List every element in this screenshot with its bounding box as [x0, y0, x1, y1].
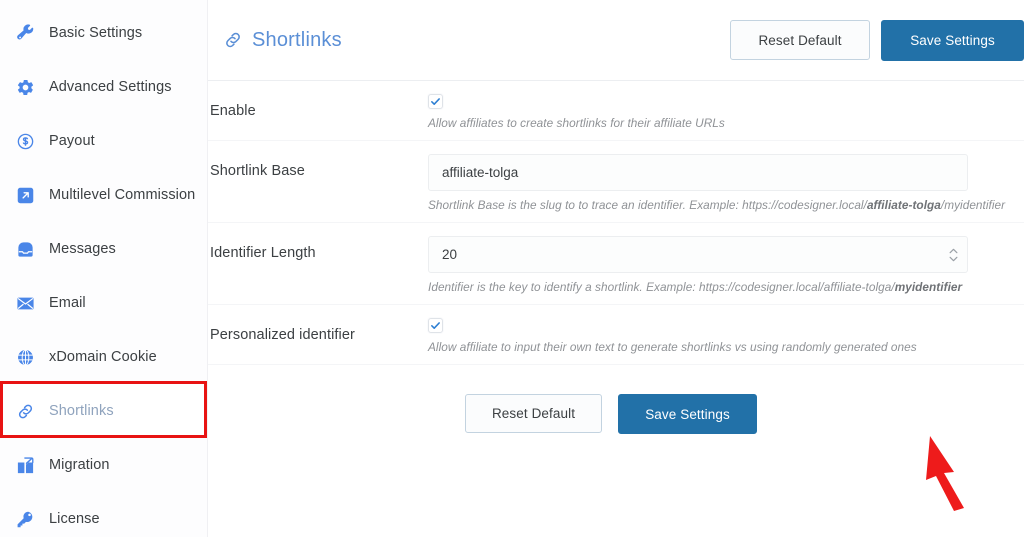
page-title: Shortlinks — [223, 29, 342, 52]
sidebar-item-label: Shortlinks — [49, 403, 114, 419]
personalized-identifier-label: Personalized identifier — [210, 327, 355, 343]
help-prefix: Shortlink Base is the slug to to trace a… — [428, 198, 867, 212]
sidebar-item-payout[interactable]: Payout — [0, 114, 207, 168]
settings-page: Basic Settings Advanced Settings Payout … — [0, 0, 1024, 537]
enable-label: Enable — [210, 103, 256, 119]
personalized-identifier-help-text: Allow affiliate to input their own text … — [428, 340, 917, 354]
sidebar-item-email[interactable]: Email — [0, 276, 207, 330]
sidebar-item-migration[interactable]: Migration — [0, 438, 207, 492]
form-row-personalized-identifier: Personalized identifier Allow affiliate … — [208, 305, 1024, 365]
shortlink-base-input[interactable] — [428, 154, 968, 191]
main-content: Shortlinks Reset Default Save Settings E… — [208, 0, 1024, 537]
sidebar-item-messages[interactable]: Messages — [0, 222, 207, 276]
page-header: Shortlinks Reset Default Save Settings — [208, 0, 1024, 81]
personalized-identifier-field: Allow affiliate to input their own text … — [428, 305, 1024, 364]
sidebar-item-label: Advanced Settings — [49, 79, 172, 95]
sidebar-item-label: License — [49, 511, 100, 527]
external-link-icon — [14, 184, 36, 206]
footer-actions: Reset Default Save Settings — [208, 365, 1024, 434]
globe-icon — [14, 346, 36, 368]
reset-default-button-bottom[interactable]: Reset Default — [465, 394, 602, 433]
help-bold: affiliate-tolga — [866, 198, 941, 212]
form-row-shortlink-base: Shortlink Base Shortlink Base is the slu… — [208, 141, 1024, 223]
help-bold: myidentifier — [894, 280, 963, 294]
save-settings-button-bottom[interactable]: Save Settings — [618, 394, 757, 434]
sidebar-item-basic-settings[interactable]: Basic Settings — [0, 6, 207, 60]
inbox-icon — [14, 238, 36, 260]
save-settings-button-top[interactable]: Save Settings — [881, 20, 1024, 61]
page-title-text: Shortlinks — [252, 28, 342, 51]
sidebar: Basic Settings Advanced Settings Payout … — [0, 0, 208, 537]
link-icon — [14, 400, 36, 422]
sidebar-item-label: Email — [49, 295, 86, 311]
enable-help-text: Allow affiliates to create shortlinks fo… — [428, 116, 725, 130]
gear-icon — [14, 76, 36, 98]
form-row-enable: Enable Allow affiliates to create shortl… — [208, 81, 1024, 141]
sidebar-item-shortlinks[interactable]: Shortlinks — [0, 384, 207, 438]
dollar-circle-icon — [14, 130, 36, 152]
number-stepper-icon[interactable] — [949, 248, 958, 262]
settings-form: Enable Allow affiliates to create shortl… — [208, 81, 1024, 434]
identifier-length-field: Identifier is the key to identify a shor… — [428, 223, 1024, 304]
sidebar-item-label: Migration — [49, 457, 110, 473]
help-suffix: /myidentifier — [940, 198, 1006, 212]
identifier-length-input-wrap — [428, 236, 968, 273]
sidebar-item-multilevel-commission[interactable]: Multilevel Commission — [0, 168, 207, 222]
identifier-length-label: Identifier Length — [210, 245, 316, 261]
sidebar-item-advanced-settings[interactable]: Advanced Settings — [0, 60, 207, 114]
identifier-length-input[interactable] — [428, 236, 968, 273]
personalized-identifier-checkbox[interactable] — [428, 318, 443, 333]
enable-checkbox[interactable] — [428, 94, 443, 109]
sidebar-item-label: xDomain Cookie — [49, 349, 157, 365]
wrench-icon — [14, 22, 36, 44]
sidebar-item-license[interactable]: License — [0, 492, 207, 537]
enable-field: Allow affiliates to create shortlinks fo… — [428, 81, 1024, 140]
form-row-identifier-length: Identifier Length Identifier is the key … — [208, 223, 1024, 305]
header-actions: Reset Default Save Settings — [730, 20, 1024, 61]
annotation-arrow-icon — [926, 436, 964, 511]
shortlink-base-field: Shortlink Base is the slug to to trace a… — [428, 141, 1024, 222]
reset-default-button-top[interactable]: Reset Default — [730, 20, 870, 60]
key-icon — [14, 508, 36, 530]
sidebar-item-xdomain-cookie[interactable]: xDomain Cookie — [0, 330, 207, 384]
sidebar-item-label: Basic Settings — [49, 25, 143, 41]
shortlink-base-help-text: Shortlink Base is the slug to to trace a… — [428, 198, 1005, 212]
identifier-length-help-text: Identifier is the key to identify a shor… — [428, 280, 980, 294]
share-box-icon — [14, 454, 36, 476]
sidebar-item-label: Messages — [49, 241, 116, 257]
sidebar-item-label: Payout — [49, 133, 95, 149]
sidebar-item-label: Multilevel Commission — [49, 187, 196, 203]
shortlink-base-label: Shortlink Base — [210, 163, 305, 179]
help-prefix: Identifier is the key to identify a shor… — [428, 280, 895, 294]
envelope-icon — [14, 292, 36, 314]
link-icon — [223, 30, 243, 50]
